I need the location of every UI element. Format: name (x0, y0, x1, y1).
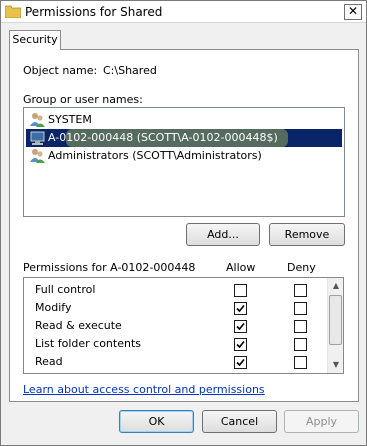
group-names-label: Group or user names: (23, 93, 143, 106)
list-item-system[interactable]: SYSTEM (26, 111, 342, 129)
scroll-up-icon[interactable]: ▲ (328, 278, 343, 294)
allow-checkbox[interactable] (234, 338, 247, 351)
close-button[interactable]: ✕ (344, 4, 362, 20)
deny-checkbox[interactable] (294, 284, 307, 297)
permissions-dialog: Permissions for Shared ✕ Security Object… (0, 0, 367, 446)
permissions-list: Full control Modify Read & execute List fol… (23, 277, 344, 374)
permission-name: Modify (35, 301, 72, 314)
add-button[interactable]: Add... (186, 223, 260, 246)
group-user-list[interactable]: SYSTEM A-0102-000448 (SCOTT\A-0102-00044… (23, 107, 345, 217)
users-icon (29, 148, 46, 164)
allow-checkbox[interactable] (234, 284, 247, 297)
allow-checkbox[interactable] (234, 302, 247, 315)
vertical-scrollbar[interactable]: ▲ ▼ (327, 278, 343, 373)
list-item-administrators[interactable]: Administrators (SCOTT\Administrators) (26, 147, 342, 165)
access-control-help-link[interactable]: Learn about access control and permissio… (23, 383, 265, 396)
deny-checkbox[interactable] (294, 302, 307, 315)
ok-button[interactable]: OK (119, 410, 194, 433)
permission-name: List folder contents (35, 337, 141, 350)
users-icon (29, 112, 46, 128)
tab-security[interactable]: Security (9, 30, 61, 50)
list-item-label: A-0102-000448 (SCOTT\A-0102-000448$) (48, 131, 278, 144)
permissions-label: Permissions for A-0102-000448 (23, 261, 196, 274)
folder-icon (4, 5, 22, 19)
list-item-label: Administrators (SCOTT\Administrators) (48, 149, 262, 162)
close-icon: ✕ (347, 4, 359, 18)
window-title: Permissions for Shared (25, 5, 163, 19)
deny-checkbox[interactable] (294, 338, 307, 351)
deny-checkbox[interactable] (294, 356, 307, 369)
title-bar: Permissions for Shared ✕ (1, 1, 366, 23)
permission-row: List folder contents (24, 335, 328, 353)
permission-name: Full control (35, 283, 96, 296)
allow-checkbox[interactable] (234, 320, 247, 333)
permission-row: Read & execute (24, 317, 328, 335)
permission-name: Read (35, 355, 63, 368)
permission-row: Read (24, 353, 328, 371)
remove-button[interactable]: Remove (269, 223, 345, 246)
scroll-down-icon[interactable]: ▼ (328, 357, 343, 373)
deny-checkbox[interactable] (294, 320, 307, 333)
permission-name: Read & execute (35, 319, 122, 332)
deny-header: Deny (287, 261, 316, 274)
list-item-computer-account[interactable]: A-0102-000448 (SCOTT\A-0102-000448$) (26, 129, 342, 147)
allow-header: Allow (226, 261, 256, 274)
computer-icon (29, 130, 46, 146)
apply-button[interactable]: Apply (284, 410, 359, 433)
permission-row: Full control (24, 281, 328, 299)
cancel-button[interactable]: Cancel (202, 410, 277, 433)
allow-checkbox[interactable] (234, 356, 247, 369)
scroll-thumb[interactable] (329, 295, 342, 345)
permission-row: Modify (24, 299, 328, 317)
object-name-value: C:\Shared (103, 64, 157, 77)
object-name-label: Object name: (23, 64, 98, 77)
list-item-label: SYSTEM (48, 113, 92, 126)
